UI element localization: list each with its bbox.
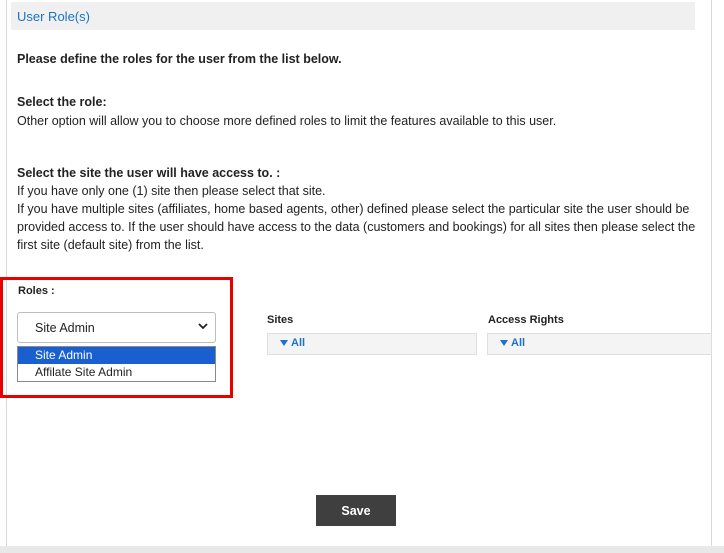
user-role-panel	[6, 0, 712, 546]
site-section-description: If you have only one (1) site then pleas…	[17, 182, 707, 254]
caret-down-icon	[280, 340, 288, 346]
sites-selected-value: All	[291, 337, 306, 349]
save-button[interactable]: Save	[316, 495, 396, 526]
sites-select[interactable]: All	[267, 333, 477, 355]
site-description-line: If you have only one (1) site then pleas…	[17, 184, 326, 198]
role-section-description: Other option will allow you to choose mo…	[17, 114, 557, 128]
role-section-title: Select the role:	[17, 95, 107, 109]
intro-text: Please define the roles for the user fro…	[17, 52, 342, 66]
footer-bar	[0, 546, 724, 553]
site-description-line: first site (default site) from the list.	[17, 238, 204, 252]
section-header: User Role(s)	[11, 2, 695, 30]
access-rights-select[interactable]: All	[487, 333, 712, 355]
site-description-line: provided access to. If the user should h…	[17, 220, 696, 234]
sites-label: Sites	[267, 314, 294, 326]
access-rights-selected-value: All	[511, 337, 526, 349]
caret-down-icon	[500, 340, 508, 346]
roles-highlight-box	[0, 277, 233, 398]
access-rights-label: Access Rights	[488, 314, 564, 326]
site-description-line: If you have multiple sites (affiliates, …	[17, 202, 690, 216]
section-title: User Role(s)	[17, 9, 90, 24]
site-section-title: Select the site the user will have acces…	[17, 166, 281, 180]
